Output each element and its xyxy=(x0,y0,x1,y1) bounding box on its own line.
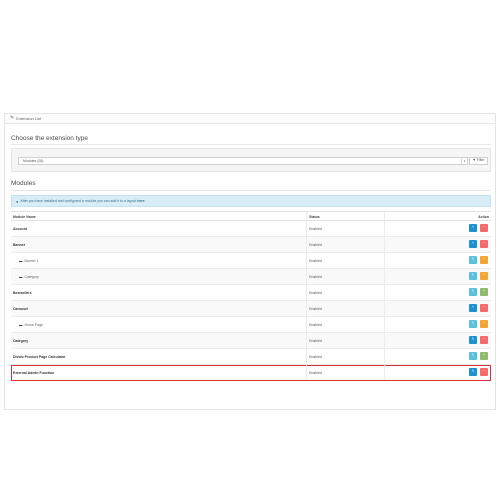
edit-button[interactable]: ✎ xyxy=(469,256,477,264)
alert-text: After you have installed and configured … xyxy=(20,199,137,203)
plus-icon: + xyxy=(471,305,475,310)
pencil-icon: ✎ xyxy=(471,289,475,294)
panel-title: Extension List xyxy=(16,116,42,121)
module-status: Enabled xyxy=(309,339,322,343)
module-status: Enabled xyxy=(309,323,322,327)
minus-icon: − xyxy=(482,257,486,262)
table-row: Category Enabled ✎ − xyxy=(11,333,491,349)
info-alert: ● After you have installed and configure… xyxy=(11,195,491,207)
edit-button[interactable]: ✎ xyxy=(469,272,477,280)
table-row: ▬ Home Page Enabled ✎ − xyxy=(11,317,491,333)
puzzle-icon: ✎ xyxy=(10,115,15,121)
delete-button[interactable]: − xyxy=(480,320,488,328)
install-button[interactable]: + xyxy=(480,288,488,296)
select-value: Modules (28) xyxy=(23,159,44,163)
divider xyxy=(11,144,491,145)
module-name: Divido Product Page Calculator xyxy=(13,355,66,359)
minus-icon: − xyxy=(482,225,486,230)
modules-table: Module Name Status Action Account Enable… xyxy=(11,211,491,381)
filter-icon: ▼ xyxy=(472,158,476,163)
table-row: ▬ Category Enabled ✎ − xyxy=(11,269,491,285)
add-module-button[interactable]: + xyxy=(469,304,477,312)
uninstall-button[interactable]: − xyxy=(480,304,488,312)
table-row: ▬ Banner 1 Enabled ✎ − xyxy=(11,253,491,269)
module-name: ▬ Home Page xyxy=(19,323,43,327)
module-status: Enabled xyxy=(309,291,322,295)
table-row: Carousel Enabled + − xyxy=(11,301,491,317)
module-status: Enabled xyxy=(309,227,322,231)
module-name: Carousel xyxy=(13,307,28,311)
module-status: Enabled xyxy=(309,275,322,279)
edit-button[interactable]: ✎ xyxy=(469,320,477,328)
uninstall-button[interactable]: − xyxy=(480,336,488,344)
module-status: Enabled xyxy=(309,355,322,359)
uninstall-button[interactable]: − xyxy=(480,240,488,248)
plus-icon: + xyxy=(482,353,486,358)
table-row: Account Enabled + − xyxy=(11,221,491,237)
uninstall-button[interactable]: − xyxy=(480,368,488,376)
uninstall-button[interactable]: − xyxy=(480,224,488,232)
plus-icon: + xyxy=(471,225,475,230)
minus-icon: − xyxy=(482,369,486,374)
module-name: ▬ Banner 1 xyxy=(19,259,39,263)
module-name: ▬ Category xyxy=(19,275,39,279)
minus-icon: − xyxy=(482,321,486,326)
alert-link[interactable]: here xyxy=(137,199,144,203)
pencil-icon: ✎ xyxy=(471,321,475,326)
module-name: External Admin Function xyxy=(13,371,55,375)
add-module-button[interactable]: + xyxy=(469,224,477,232)
table-row: Banner Enabled + − xyxy=(11,237,491,253)
pencil-icon: ✎ xyxy=(471,369,475,374)
col-action: Action xyxy=(478,215,489,219)
table-row: Divido Product Page Calculator Enabled ✎… xyxy=(11,349,491,365)
module-name: Banner xyxy=(13,243,26,247)
module-name: Category xyxy=(13,339,29,343)
col-module-name[interactable]: Module Name xyxy=(13,215,36,219)
module-name: Bestsellers xyxy=(13,291,32,295)
edit-button[interactable]: ✎ xyxy=(469,336,477,344)
minus-icon: − xyxy=(482,337,486,342)
pencil-icon: ✎ xyxy=(471,257,475,262)
module-status: Enabled xyxy=(309,259,322,263)
info-icon: ● xyxy=(16,198,19,204)
pencil-icon: ✎ xyxy=(471,337,475,342)
extension-type-heading: Choose the extension type xyxy=(11,135,88,142)
panel-heading: ✎ Extension List xyxy=(5,114,495,124)
extension-list-panel: ✎ Extension List Choose the extension ty… xyxy=(4,113,496,410)
filter-label: Filter xyxy=(476,158,485,163)
plus-icon: + xyxy=(471,241,475,246)
module-name: Account xyxy=(13,227,27,231)
extension-type-select[interactable]: Modules (28) ▾ xyxy=(18,157,468,165)
minus-icon: − xyxy=(482,305,486,310)
plus-icon: + xyxy=(482,289,486,294)
chevron-down-icon[interactable]: ▾ xyxy=(461,158,467,164)
table-row: Bestsellers Enabled ✎ + xyxy=(11,285,491,301)
edit-button[interactable]: ✎ xyxy=(469,288,477,296)
minus-icon: − xyxy=(482,273,486,278)
pencil-icon: ✎ xyxy=(471,273,475,278)
module-status: Enabled xyxy=(309,371,322,375)
add-module-button[interactable]: + xyxy=(469,240,477,248)
delete-button[interactable]: − xyxy=(480,272,488,280)
edit-button[interactable]: ✎ xyxy=(469,352,477,360)
divider xyxy=(11,190,491,191)
extension-type-well: Modules (28) ▾ ▼ Filter xyxy=(11,148,491,172)
pencil-icon: ✎ xyxy=(471,353,475,358)
folder-icon: ▬ xyxy=(19,323,23,327)
folder-icon: ▬ xyxy=(19,259,23,263)
table-header: Module Name Status Action xyxy=(11,211,491,221)
edit-button[interactable]: ✎ xyxy=(469,368,477,376)
module-status: Enabled xyxy=(309,243,322,247)
filter-button[interactable]: ▼ Filter xyxy=(469,157,488,165)
col-status: Status xyxy=(309,215,320,219)
folder-icon: ▬ xyxy=(19,275,23,279)
table-row-highlighted: External Admin Function Enabled ✎ − xyxy=(11,365,491,381)
minus-icon: − xyxy=(482,241,486,246)
module-status: Enabled xyxy=(309,307,322,311)
install-button[interactable]: + xyxy=(480,352,488,360)
modules-heading: Modules xyxy=(11,180,36,187)
delete-button[interactable]: − xyxy=(480,256,488,264)
